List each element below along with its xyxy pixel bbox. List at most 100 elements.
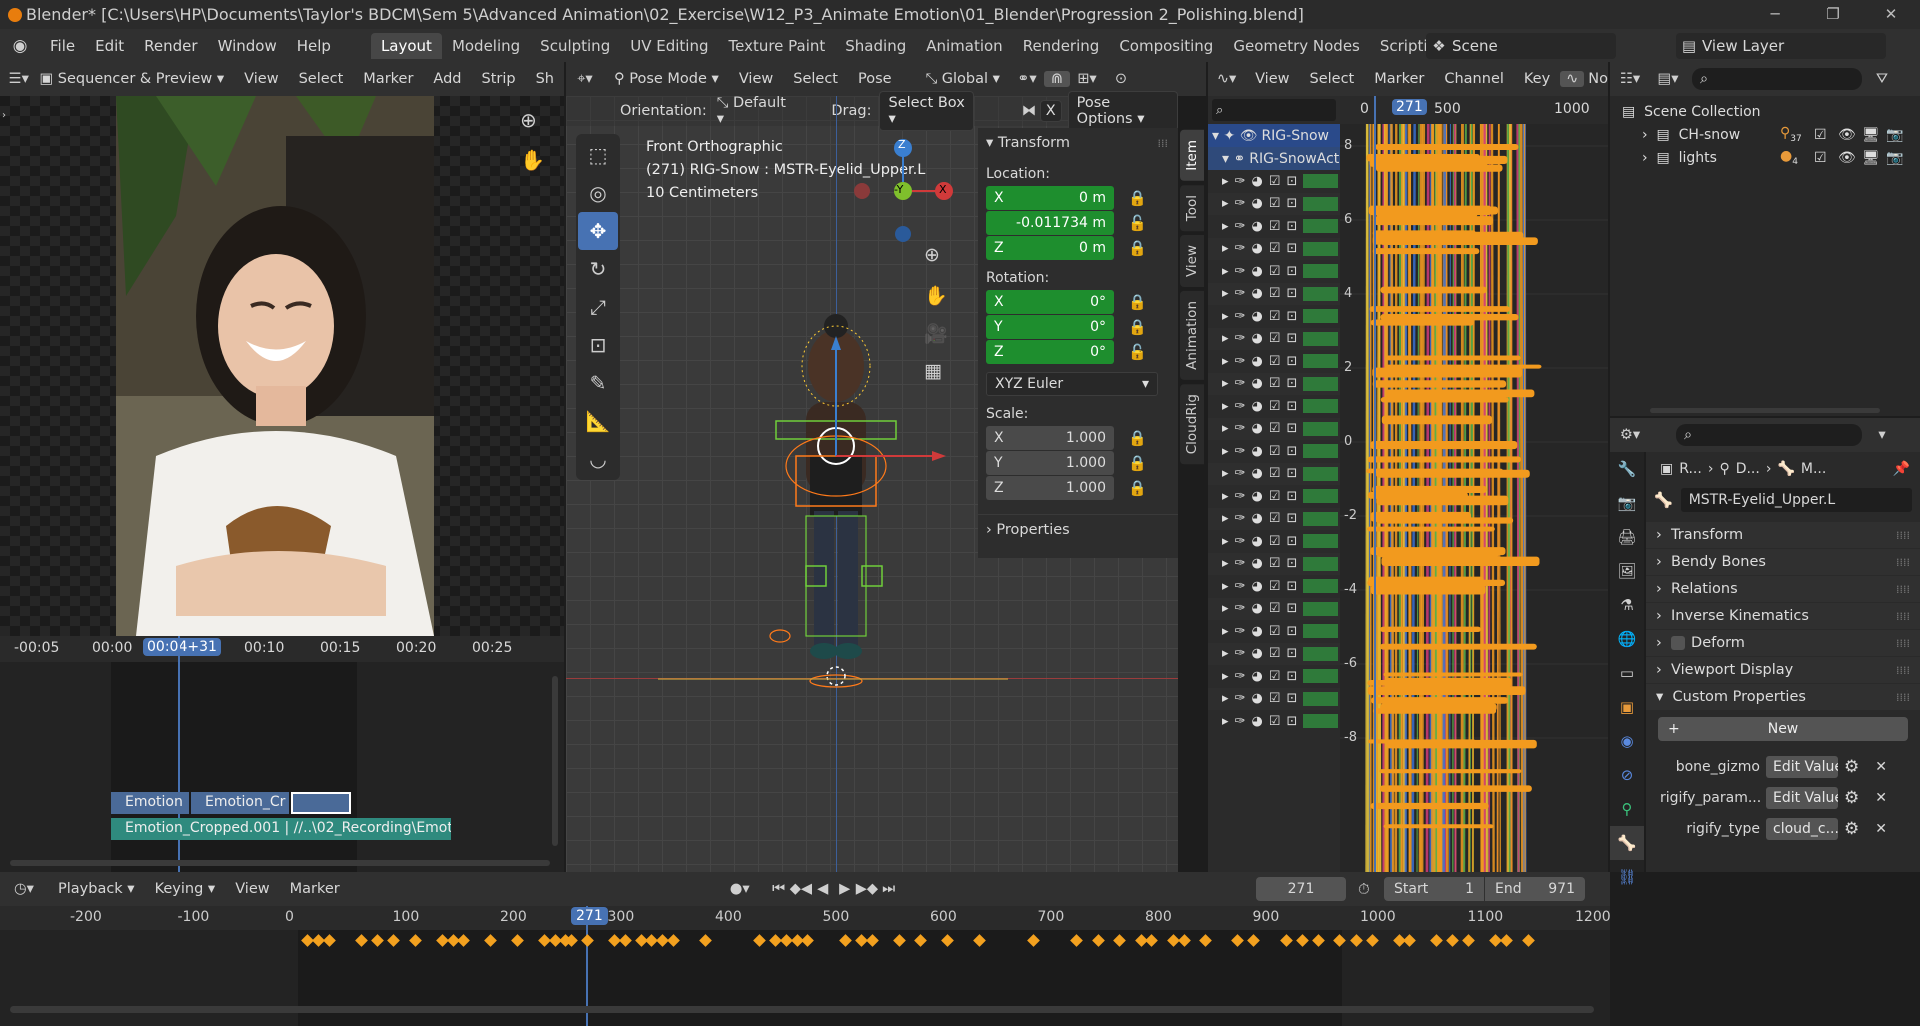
visibility-icon[interactable]: ◕	[1251, 601, 1262, 616]
timeline-area[interactable]: -200 -100 0 100 200 300 400 500 600 700 800 900 1000…	[0, 906, 1611, 1026]
gear-icon[interactable]: ⚙	[1844, 819, 1859, 839]
pin-icon[interactable]: ✑	[1235, 714, 1246, 729]
channel-group-row[interactable]: ▸ ✑ ◕ ☑ ⊡	[1208, 665, 1340, 688]
expand-icon[interactable]: ▸	[1222, 264, 1229, 279]
menu-render[interactable]: Render	[134, 37, 207, 55]
play-icon[interactable]: ▶	[834, 881, 856, 897]
lock-icon[interactable]: ⊡	[1286, 511, 1297, 526]
minimize-icon[interactable]: ─	[1746, 0, 1804, 29]
rotation-mode-dropdown[interactable]: XYZ Euler ▾	[986, 372, 1158, 396]
expand-icon[interactable]: ▸	[1222, 219, 1229, 234]
expand-icon[interactable]: ▸	[1222, 556, 1229, 571]
lock-icon[interactable]: ⊡	[1286, 196, 1297, 211]
lock-icon[interactable]: ⊡	[1286, 309, 1297, 324]
tab-layout[interactable]: Layout	[370, 32, 442, 59]
constraints-tab-icon[interactable]: ⊘	[1610, 758, 1644, 792]
properties-panel-header[interactable]: › Properties	[978, 514, 1178, 544]
breadcrumb-bone[interactable]: M...	[1801, 461, 1826, 477]
bone-name-field[interactable]: MSTR-Eyelid_Upper.L	[1680, 488, 1912, 512]
strip-selected[interactable]	[291, 792, 351, 814]
checkbox-icon[interactable]: ☑	[1269, 286, 1281, 301]
pan-hand-icon[interactable]: ✋	[520, 148, 545, 172]
visibility-icon[interactable]: ◕	[1251, 421, 1262, 436]
lock-icon[interactable]: ⊡	[1286, 669, 1297, 684]
checkbox-icon[interactable]: ☑	[1269, 354, 1281, 369]
pin-icon[interactable]: ✑	[1235, 691, 1246, 706]
remove-icon[interactable]: ✕	[1875, 790, 1887, 806]
pin-icon[interactable]: ✑	[1235, 669, 1246, 684]
pin-icon[interactable]: ✑	[1235, 579, 1246, 594]
graph-menu-marker[interactable]: Marker	[1364, 71, 1434, 87]
checkbox-icon[interactable]: ☑	[1269, 579, 1281, 594]
cursor-tool-icon[interactable]: ◎	[578, 174, 618, 212]
pin-icon[interactable]: 📌	[1893, 461, 1910, 477]
outliner-row-ch-snow[interactable]: › ▤ CH-snow ⚲37 ☑ 👁 🖥 📷	[1610, 123, 1920, 146]
checkbox-icon[interactable]: ☑	[1269, 601, 1281, 616]
custom-property-value[interactable]: Edit Value	[1766, 786, 1838, 809]
visibility-icon[interactable]: ◕	[1251, 466, 1262, 481]
visibility-icon[interactable]: ◕	[1251, 624, 1262, 639]
visibility-icon[interactable]: ◕	[1251, 376, 1262, 391]
checkbox-icon[interactable]: ☑	[1269, 444, 1281, 459]
rotation-y-field[interactable]: Y 0°	[986, 315, 1114, 339]
sequencer-ruler[interactable]: -00:05 00:00 00:04+31 00:10 00:15 00:20 …	[0, 636, 564, 662]
expand-icon[interactable]: ▸	[1222, 646, 1229, 661]
pin-icon[interactable]: ✑	[1235, 241, 1246, 256]
expand-icon[interactable]: ▸	[1222, 309, 1229, 324]
pin-icon[interactable]: ✑	[1235, 601, 1246, 616]
timeline-menu-playback[interactable]: Playback ▾	[48, 881, 145, 897]
custom-property-value[interactable]: cloud_c...	[1766, 817, 1838, 840]
expand-icon[interactable]: ▸	[1222, 691, 1229, 706]
timeline-ruler[interactable]: -200 -100 0 100 200 300 400 500 600 700 800 900 1000…	[0, 906, 1611, 930]
lock-icon[interactable]: ⊡	[1286, 534, 1297, 549]
transform-panel-header[interactable]: ▾ Transform ⁞⁞⁞	[978, 128, 1178, 158]
section-relations[interactable]: › Relations ⁞⁞⁞⁞	[1646, 576, 1920, 603]
lock-icon[interactable]: 🔒	[1128, 318, 1147, 336]
seq-vertical-scrollbar[interactable]	[552, 676, 558, 846]
graph-playhead[interactable]	[1374, 96, 1376, 872]
visibility-icon[interactable]: ◕	[1251, 331, 1262, 346]
pin-icon[interactable]: ✑	[1235, 534, 1246, 549]
seq-menu-marker[interactable]: Marker	[353, 71, 423, 87]
object-tab-icon[interactable]: ▣	[1610, 690, 1644, 724]
vp-menu-view[interactable]: View	[729, 71, 783, 87]
lock-icon[interactable]: ⊡	[1286, 354, 1297, 369]
unlock-icon[interactable]: 🔓	[1128, 214, 1147, 232]
bone-constraint-tab-icon[interactable]: ⛓	[1610, 860, 1644, 894]
expand-icon[interactable]: ▸	[1222, 601, 1229, 616]
tab-item[interactable]: Item	[1180, 130, 1204, 181]
sequencer-mode-dropdown[interactable]: ▣ Sequencer & Preview ▾	[37, 71, 234, 87]
expand-icon[interactable]: ▸	[1222, 444, 1229, 459]
graph-menu-select[interactable]: Select	[1300, 71, 1365, 87]
seq-horizontal-scrollbar[interactable]	[10, 860, 550, 866]
scene-selector[interactable]: ❖ Scene	[1426, 33, 1616, 59]
vp-menu-pose[interactable]: Pose	[848, 71, 902, 87]
lock-icon[interactable]: ⊡	[1286, 466, 1297, 481]
timeline-menu-view[interactable]: View	[225, 881, 279, 897]
visibility-icon[interactable]: ◕	[1251, 219, 1262, 234]
expand-icon[interactable]: ▸	[1222, 511, 1229, 526]
channel-group-row[interactable]: ▸ ✑ ◕ ☑ ⊡	[1208, 192, 1340, 215]
breadcrumb-armature[interactable]: R...	[1679, 461, 1702, 477]
pivot-icon[interactable]: ⚭▾	[1010, 71, 1044, 87]
bone-tab-icon[interactable]: 🦴	[1610, 826, 1644, 860]
lock-icon[interactable]: 🔒	[1128, 479, 1147, 497]
lock-icon[interactable]: 🔒	[1128, 239, 1147, 257]
checkbox-icon[interactable]: ☑	[1269, 511, 1281, 526]
lock-icon[interactable]: ⊡	[1286, 556, 1297, 571]
properties-options-icon[interactable]: ▾	[1862, 427, 1902, 443]
sequencer-strips-area[interactable]: -00:05 00:00 00:04+31 00:10 00:15 00:20 …	[0, 636, 564, 872]
tab-modeling[interactable]: Modeling	[442, 33, 530, 59]
graph-menu-channel[interactable]: Channel	[1434, 71, 1514, 87]
channel-group-row[interactable]: ▸ ✑ ◕ ☑ ⊡	[1208, 440, 1340, 463]
next-keyframe-icon[interactable]: ▶◆	[856, 881, 878, 897]
pin-icon[interactable]: ✑	[1235, 421, 1246, 436]
channel-group-row[interactable]: ▸ ✑ ◕ ☑ ⊡	[1208, 260, 1340, 283]
mode-dropdown[interactable]: ⚲ Pose Mode ▾	[604, 71, 729, 87]
menu-edit[interactable]: Edit	[85, 37, 134, 55]
remove-icon[interactable]: ✕	[1875, 821, 1887, 837]
gear-icon[interactable]: ⚙	[1844, 757, 1859, 777]
jump-end-icon[interactable]: ⏭	[878, 881, 900, 897]
tool-tab-icon[interactable]: 🔧	[1610, 452, 1644, 486]
section-deform[interactable]: › Deform ⁞⁞⁞⁞	[1646, 630, 1920, 657]
